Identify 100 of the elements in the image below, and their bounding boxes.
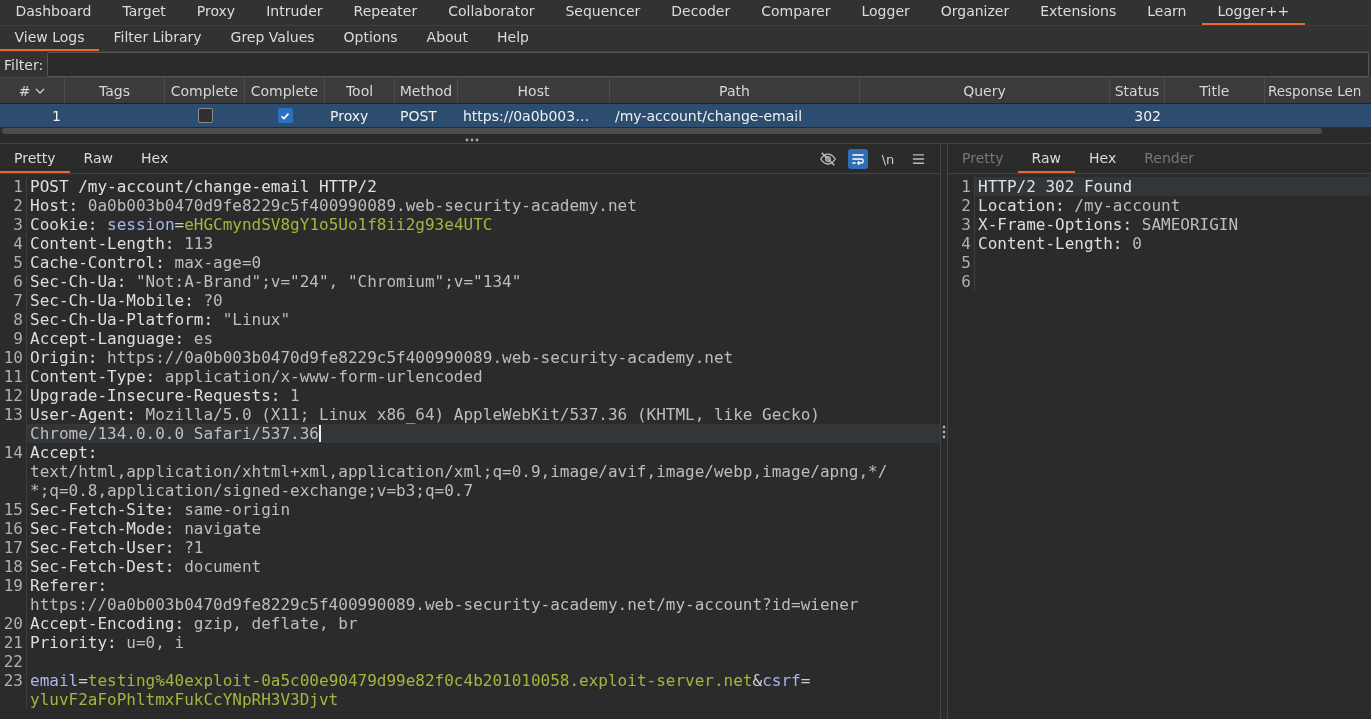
nav-tab[interactable]: Intruder xyxy=(250,0,339,25)
sub-tab[interactable]: Options xyxy=(329,26,413,51)
column-header[interactable]: Response Len xyxy=(1265,78,1371,103)
code-line: Location: /my-account xyxy=(978,196,1181,215)
code-line: Cache-Control: max-age=0 xyxy=(30,253,262,272)
line-number: 9 xyxy=(0,329,27,348)
newline-toggle[interactable]: \n xyxy=(878,149,898,169)
filter-field[interactable] xyxy=(47,52,1369,77)
line-number: 3 xyxy=(948,215,975,234)
checkbox[interactable] xyxy=(197,108,213,123)
code-line: Sec-Ch-Ua-Mobile: ?0 xyxy=(30,291,223,310)
sub-tab[interactable]: Filter Library xyxy=(99,26,217,51)
nav-tab[interactable]: Proxy xyxy=(181,0,251,25)
line-number: 23 xyxy=(0,671,27,709)
view-tab[interactable]: Hex xyxy=(1075,146,1131,173)
column-header[interactable]: Query xyxy=(860,78,1110,103)
wrap-icon[interactable] xyxy=(848,149,868,169)
code-line: Cookie: session=eHGCmyndSV8gY1o5Uo1f8ii2g93e4UTC xyxy=(30,215,493,234)
line-number: 14 xyxy=(0,443,27,500)
nav-tab[interactable]: Collaborator xyxy=(432,0,550,25)
code-line: text/html,application/xhtml+xml,application/xml;q=0.9,image/avif,image/webp,image/apng,*/ xyxy=(30,462,888,481)
line-number: 18 xyxy=(0,557,27,576)
code-line: Accept-Language: es xyxy=(30,329,214,348)
sub-tab[interactable]: Help xyxy=(482,26,544,51)
code-line: *;q=0.8,application/signed-exchange;v=b3;q=0.7 xyxy=(30,481,474,500)
nav-tab[interactable]: Dashboard xyxy=(0,0,107,25)
view-tab[interactable]: Hex xyxy=(127,146,183,173)
line-number: 4 xyxy=(948,234,975,253)
line-number: 1 xyxy=(0,177,27,196)
nav-tab[interactable]: Sequencer xyxy=(550,0,656,25)
line-number: 5 xyxy=(948,253,975,272)
line-number: 6 xyxy=(948,272,975,291)
code-line: HTTP/2 302 Found xyxy=(978,177,1133,196)
code-line: email=testing%40exploit-0a5c00e90479d99e82f0c4b201010058.exploit-server.net&csrf= xyxy=(30,671,811,690)
code-line: Sec-Fetch-Dest: document xyxy=(30,557,262,576)
column-header[interactable]: Host xyxy=(458,78,610,103)
code-line: Accept: xyxy=(30,443,98,462)
nav-tab[interactable]: Logger xyxy=(846,0,926,25)
code-line: Content-Length: 0 xyxy=(978,234,1142,253)
table-cell-text: 302 xyxy=(1133,106,1162,126)
line-number: 10 xyxy=(0,348,27,367)
table-cell-text: https://0a0b003… xyxy=(462,106,591,126)
line-number: 7 xyxy=(0,291,27,310)
hidden-eye-icon[interactable] xyxy=(818,149,838,169)
nav-tab[interactable]: Repeater xyxy=(338,0,433,25)
column-header[interactable]: Complete xyxy=(165,78,245,103)
table-cell-text: 1 xyxy=(51,106,62,126)
code-line: Priority: u=0, i xyxy=(30,633,185,652)
line-number: 11 xyxy=(0,367,27,386)
column-header[interactable]: Title xyxy=(1165,78,1265,103)
code-line: POST /my-account/change-email HTTP/2 xyxy=(30,177,377,196)
line-number: 15 xyxy=(0,500,27,519)
sub-tab[interactable]: About xyxy=(412,26,483,51)
code-line: Upgrade-Insecure-Requests: 1 xyxy=(30,386,300,405)
column-header[interactable]: Status xyxy=(1110,78,1165,103)
column-header[interactable]: Path xyxy=(610,78,860,103)
column-header[interactable]: Tool xyxy=(325,78,395,103)
line-number: 8 xyxy=(0,310,27,329)
column-header[interactable]: # xyxy=(0,78,65,103)
filter-label: Filter: xyxy=(3,56,45,73)
line-number: 6 xyxy=(0,272,27,291)
line-number: 3 xyxy=(0,215,27,234)
line-number: 2 xyxy=(0,196,27,215)
grip-icon[interactable] xyxy=(942,424,946,439)
table-cell-text: Proxy xyxy=(329,106,370,126)
code-line: Origin: https://0a0b003b0470d9fe8229c5f400990089.web-security-academy.net xyxy=(30,348,734,367)
code-line: User-Agent: Mozilla/5.0 (X11; Linux x86_64) AppleWebKit/537.36 (KHTML, like Gecko) xyxy=(30,405,820,424)
view-tab[interactable]: Raw xyxy=(69,146,127,173)
code-line: Sec-Fetch-Mode: navigate xyxy=(30,519,262,538)
nav-tab[interactable]: Learn xyxy=(1131,0,1202,25)
nav-tab[interactable]: Target xyxy=(106,0,182,25)
line-number: 2 xyxy=(948,196,975,215)
code-line: X-Frame-Options: SAMEORIGIN xyxy=(978,215,1239,234)
log-row[interactable]: 1 Proxy POST https://0a0b003… /my-account/change-email 302 xyxy=(0,104,1371,127)
sub-tab[interactable]: Grep Values xyxy=(216,26,330,51)
line-number: 17 xyxy=(0,538,27,557)
line-number: 12 xyxy=(0,386,27,405)
scrollbar[interactable] xyxy=(2,128,1322,134)
line-number: 5 xyxy=(0,253,27,272)
table-cell-text: POST xyxy=(399,106,438,126)
text-cursor xyxy=(319,425,321,442)
column-header[interactable]: Tags xyxy=(65,78,165,103)
code-line: Sec-Ch-Ua: "Not:A-Brand";v="24", "Chromium";v="134" xyxy=(30,272,522,291)
code-line: Content-Type: application/x-www-form-urlencoded xyxy=(30,367,483,386)
code-line: Sec-Fetch-Site: same-origin xyxy=(30,500,291,519)
column-header[interactable]: Method xyxy=(395,78,458,103)
code-line: yluvF2aFoPhltmxFukCcYNpRH3V3Djvt xyxy=(30,690,339,709)
code-line: Host: 0a0b003b0470d9fe8229c5f400990089.web-security-academy.net xyxy=(30,196,637,215)
line-number: 16 xyxy=(0,519,27,538)
nav-tab[interactable]: Organizer xyxy=(925,0,1025,25)
nav-tab[interactable]: Extensions xyxy=(1024,0,1132,25)
nav-tab[interactable]: Comparer xyxy=(745,0,846,25)
grip-icon[interactable] xyxy=(464,138,479,142)
line-number: 21 xyxy=(0,633,27,652)
code-line: Chrome/134.0.0.0 Safari/537.36 xyxy=(30,424,319,443)
code-line: https://0a0b003b0470d9fe8229c5f400990089.web-security-academy.net/my-account?id=wiener xyxy=(30,595,859,614)
code-line: Accept-Encoding: gzip, deflate, br xyxy=(30,614,358,633)
column-header[interactable]: Complete xyxy=(245,78,325,103)
nav-tab[interactable]: Decoder xyxy=(655,0,746,25)
checkbox[interactable] xyxy=(277,108,293,123)
